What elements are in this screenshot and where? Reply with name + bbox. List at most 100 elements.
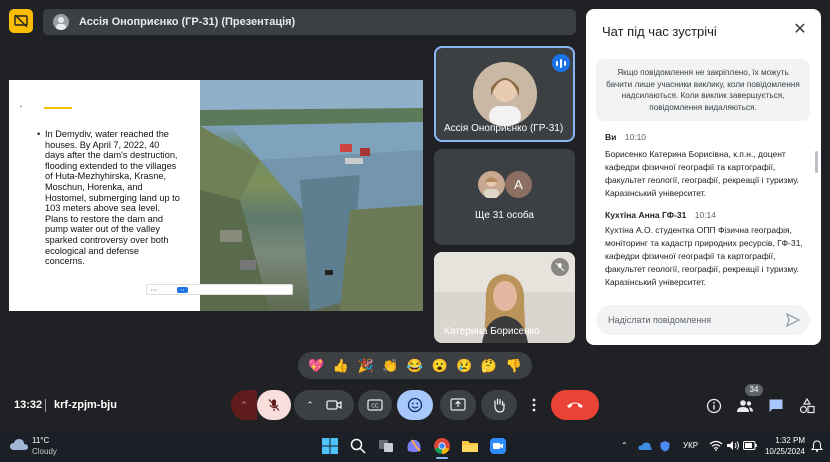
- cloud-icon: [10, 439, 28, 450]
- message-text: Кухтіна А.О. студентка ОПП Фізична геогр…: [605, 225, 803, 287]
- hand-icon: [494, 398, 505, 413]
- stop-presenting-button[interactable]: [9, 9, 33, 33]
- battery-icon[interactable]: [743, 441, 757, 450]
- chat-input-placeholder: Надіслати повідомлення: [608, 315, 712, 325]
- reactions-button[interactable]: [397, 390, 433, 420]
- notification-bell-icon[interactable]: [811, 440, 823, 452]
- cookie-banner: • • • • •: [146, 284, 293, 295]
- chevron-up-icon[interactable]: ⌃: [621, 441, 628, 450]
- banner-text: • • •: [151, 287, 157, 292]
- leave-call-button[interactable]: [551, 390, 599, 420]
- banner-accept: • •: [176, 286, 189, 293]
- people-button[interactable]: [736, 397, 754, 415]
- present-icon: [450, 398, 466, 411]
- activities-icon: [799, 398, 815, 414]
- captions-icon: CC: [367, 399, 383, 411]
- bullet-dot: •: [37, 129, 41, 139]
- participants-count-badge: 34: [745, 384, 763, 396]
- message-header: Кухтіна Анна ГФ-31 10:14: [605, 210, 805, 220]
- mic-off-icon: [268, 399, 280, 411]
- chat-title: Чат під час зустрічі: [602, 24, 717, 39]
- chat-message-input[interactable]: Надіслати повідомлення: [596, 305, 810, 335]
- slide-accent-line: [44, 107, 72, 109]
- weather-temperature: 11°C: [32, 436, 50, 445]
- zoom-icon[interactable]: [489, 437, 507, 455]
- chat-scrollbar[interactable]: [815, 151, 818, 173]
- system-time[interactable]: 1:32 PM: [763, 436, 805, 445]
- slide-mark: ▪: [20, 104, 22, 110]
- message-text: Борисенко Катерина Борисівна, к.п.н., до…: [605, 149, 800, 198]
- system-date[interactable]: 10/25/2024: [760, 447, 805, 456]
- others-label: Ще 31 особа: [475, 210, 534, 221]
- speaking-indicator-icon: [552, 54, 570, 72]
- chat-message: Кухтіна Анна ГФ-31 10:14 Кухтіна А.О. ст…: [605, 210, 805, 289]
- close-icon[interactable]: ✕: [792, 22, 808, 38]
- more-options-button[interactable]: [522, 390, 546, 420]
- raise-hand-button[interactable]: [481, 390, 517, 420]
- info-icon: [706, 398, 722, 414]
- active-app-indicator: [436, 457, 448, 459]
- task-view-icon[interactable]: [377, 437, 395, 455]
- chevron-up-icon[interactable]: ⌃: [306, 400, 314, 411]
- speaker-avatar: [473, 62, 537, 126]
- meeting-info-button[interactable]: [705, 397, 723, 415]
- emoji-icon: [407, 397, 423, 413]
- reactions-bar: 💖 👍 🎉 👏 😂 😮 😢 🤔 👎: [298, 352, 532, 379]
- people-icon: [737, 400, 753, 412]
- audio-options-button[interactable]: ⌃: [231, 390, 257, 420]
- presenter-avatar: [53, 14, 69, 30]
- presenter-label: Ассія Оноприєнко (ГР-31) (Презентація): [79, 16, 296, 28]
- reaction-thumbs-down[interactable]: 👎: [505, 358, 521, 374]
- reaction-surprised[interactable]: 😮: [432, 358, 448, 374]
- message-time: 10:14: [694, 210, 717, 220]
- file-explorer-icon[interactable]: [461, 437, 479, 455]
- camera-button[interactable]: ⌃: [294, 390, 354, 420]
- reaction-sad[interactable]: 😢: [456, 358, 472, 374]
- svg-text:CC: CC: [371, 404, 379, 410]
- security-icon[interactable]: [659, 440, 671, 452]
- search-icon[interactable]: [349, 437, 367, 455]
- meeting-code: krf-zpjm-bju: [54, 399, 117, 411]
- speaker-name: Ассія Оноприєнко (ГР-31): [444, 123, 564, 134]
- others-tile[interactable]: A Ще 31 особа: [434, 149, 575, 245]
- weather-condition: Cloudy: [32, 447, 57, 456]
- meeting-clock: 13:32: [14, 399, 43, 411]
- chat-button[interactable]: [767, 397, 785, 415]
- slide-bullet-text: In Demydiv, water reached the houses. By…: [45, 129, 180, 267]
- send-icon[interactable]: [785, 312, 801, 328]
- present-button[interactable]: [440, 390, 476, 420]
- unmute-button[interactable]: [257, 390, 291, 420]
- onedrive-icon[interactable]: [638, 441, 652, 451]
- speaker-tile[interactable]: Ассія Оноприєнко (ГР-31): [434, 46, 575, 142]
- participant-video-tile[interactable]: Катерина Борисенко: [434, 252, 575, 343]
- message-header: Ви 10:10: [605, 132, 805, 142]
- present-off-icon: [14, 14, 28, 28]
- chat-panel: Чат під час зустрічі ✕ Якщо повідомлення…: [586, 9, 821, 345]
- reaction-heart[interactable]: 💖: [308, 358, 324, 374]
- captions-button[interactable]: CC: [358, 390, 392, 420]
- reaction-party[interactable]: 🎉: [358, 358, 374, 374]
- participant-avatar-photo: [478, 171, 505, 198]
- slide-bullet: • In Demydiv, water reached the houses. …: [37, 129, 180, 267]
- more-vert-icon: [532, 398, 536, 412]
- reaction-thinking[interactable]: 🤔: [481, 358, 497, 374]
- chat-icon: [769, 399, 783, 412]
- reaction-thumbs-up[interactable]: 👍: [333, 358, 349, 374]
- message-time: 10:10: [624, 132, 647, 142]
- activities-button[interactable]: [798, 397, 816, 415]
- presenter-banner: Ассія Оноприєнко (ГР-31) (Презентація): [43, 9, 576, 35]
- shared-slide: ▪ • In Demydiv, water reached the houses…: [9, 80, 423, 311]
- reaction-laugh[interactable]: 😂: [407, 358, 423, 374]
- flood-photo: [200, 80, 423, 311]
- language-indicator[interactable]: УКР: [683, 441, 698, 450]
- windows-start-icon[interactable]: [321, 437, 339, 455]
- chrome-icon[interactable]: [433, 437, 451, 455]
- reaction-clap[interactable]: 👏: [382, 358, 398, 374]
- volume-icon[interactable]: [726, 440, 740, 451]
- wifi-icon[interactable]: [709, 440, 723, 451]
- hang-up-icon: [567, 402, 583, 408]
- copilot-icon[interactable]: [405, 437, 423, 455]
- chevron-up-icon: ⌃: [240, 399, 248, 410]
- chat-message: Ви 10:10 Борисенко Катерина Борисівна, к…: [605, 132, 805, 200]
- message-author: Ви: [605, 132, 617, 142]
